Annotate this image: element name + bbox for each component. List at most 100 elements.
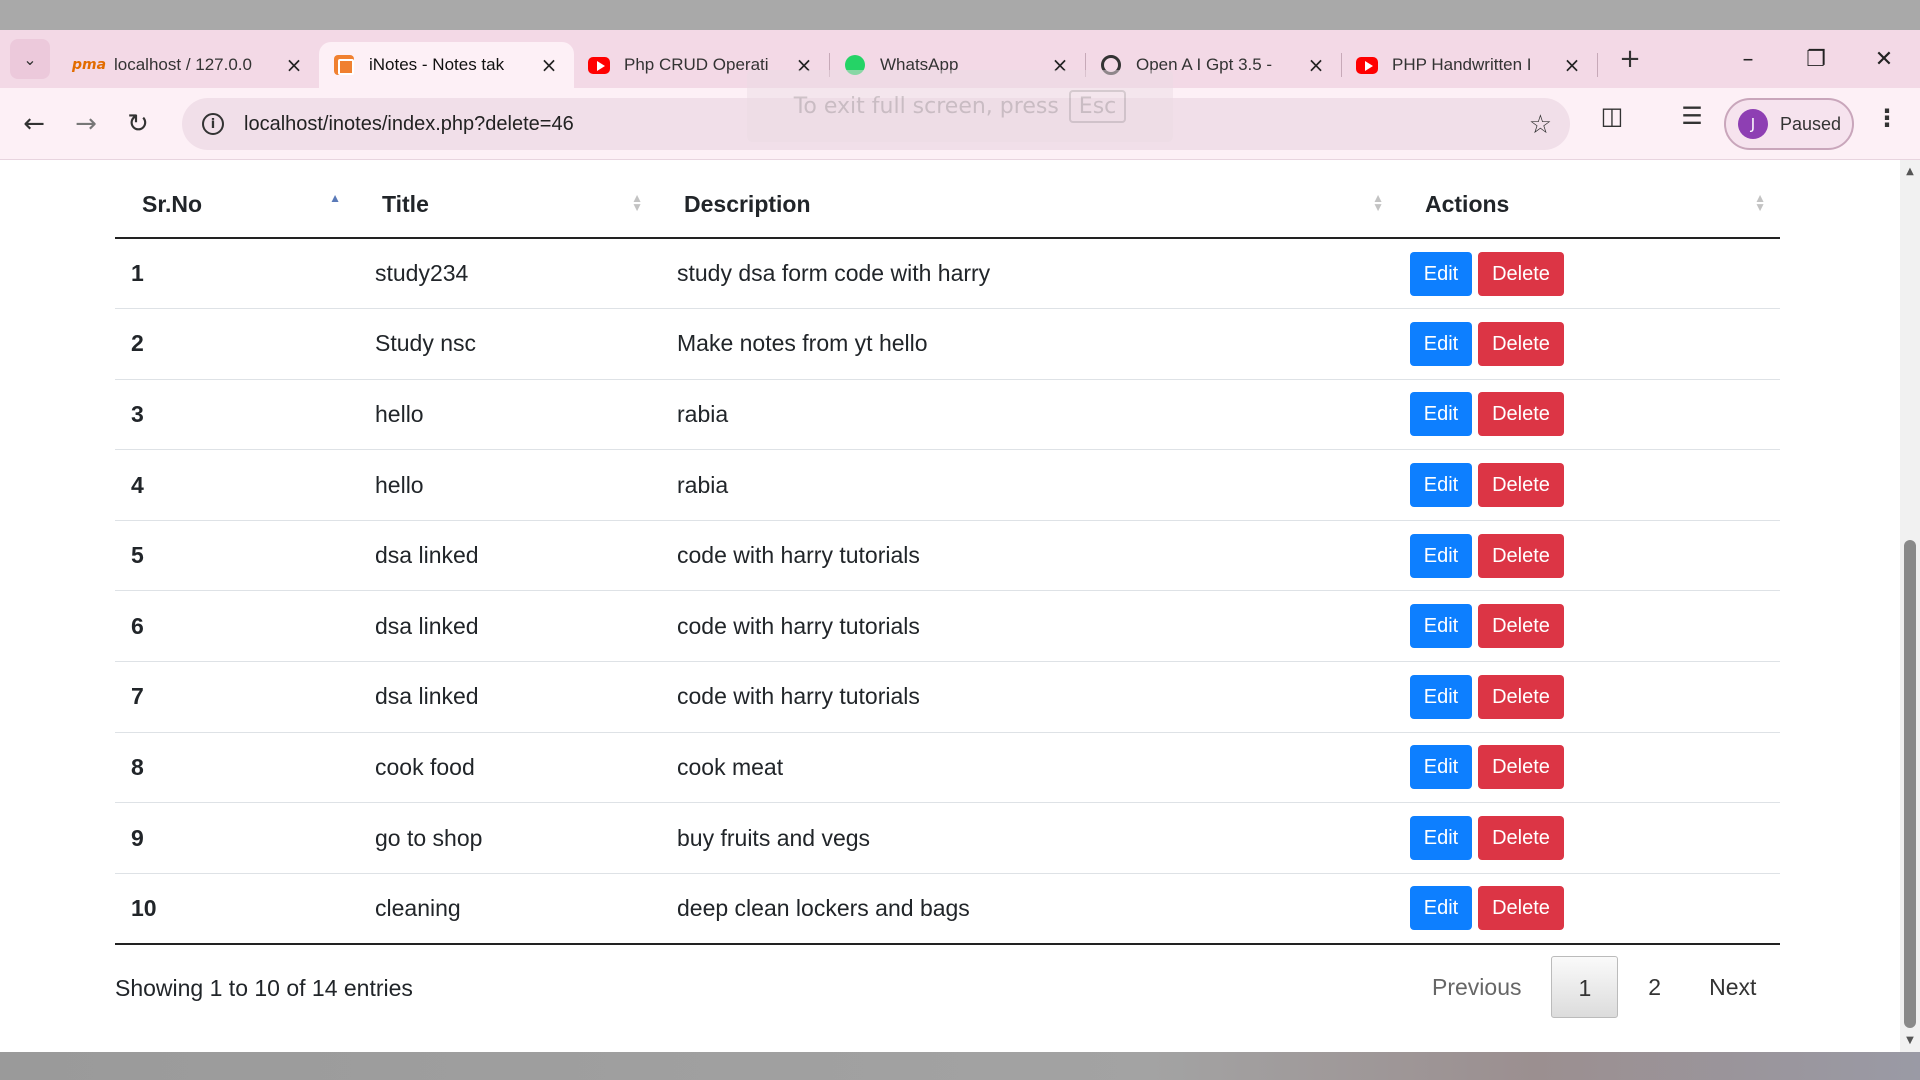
delete-button[interactable]: Delete — [1478, 604, 1564, 649]
new-tab-button[interactable]: + — [1612, 44, 1648, 74]
table-header-row: Sr.No ▲ Title ▲ ▼ Description ▲ ▼ Actions ▲ ▼ — [115, 172, 1780, 239]
edit-button[interactable]: Edit — [1410, 816, 1472, 861]
page-button-1[interactable]: 1 — [1551, 956, 1619, 1018]
cell-actions: Edit Delete — [1398, 802, 1780, 874]
edit-button[interactable]: Edit — [1410, 392, 1472, 437]
delete-button[interactable]: Delete — [1478, 392, 1564, 437]
extensions-icon[interactable]: ◫ — [1592, 102, 1632, 130]
forward-button[interactable]: → — [60, 98, 112, 150]
close-icon: ✕ — [1874, 46, 1894, 72]
edit-button[interactable]: Edit — [1410, 745, 1472, 790]
edit-button[interactable]: Edit — [1410, 463, 1472, 508]
scroll-down-icon[interactable]: ▼ — [1900, 1035, 1920, 1046]
cell-actions: Edit Delete — [1398, 661, 1780, 733]
delete-button[interactable]: Delete — [1478, 321, 1564, 366]
table-row: 1 study234 study dsa form code with harry E… — [115, 238, 1780, 310]
edit-button[interactable]: Edit — [1410, 604, 1472, 649]
header-label: Title — [382, 191, 429, 217]
chevron-down-icon: ⌄ — [23, 49, 37, 69]
sort-icon: ▲ ▼ — [1754, 191, 1766, 214]
previous-button[interactable]: Previous — [1408, 956, 1545, 1018]
tab-search-button[interactable]: ⌄ — [10, 39, 50, 79]
next-button[interactable]: Next — [1685, 956, 1780, 1018]
pagination: Previous 1 2 Next — [1408, 956, 1780, 1018]
cell-srno: 5 — [115, 520, 355, 592]
phpmyadmin-icon: pma — [71, 57, 107, 73]
arrow-right-icon: → — [75, 108, 97, 139]
edit-button[interactable]: Edit — [1410, 533, 1472, 578]
cell-description: rabia — [657, 449, 1398, 521]
delete-button[interactable]: Delete — [1478, 533, 1564, 578]
delete-button[interactable]: Delete — [1478, 463, 1564, 508]
table-row: 8 cook food cook meat Edit Delete — [115, 732, 1780, 804]
cell-srno: 10 — [115, 873, 355, 945]
inotes-icon — [333, 54, 355, 76]
tab-label: iNotes - Notes tak — [369, 55, 505, 74]
url-text[interactable]: localhost/inotes/index.php?delete=46 — [244, 113, 574, 136]
delete-button[interactable]: Delete — [1478, 886, 1564, 931]
cell-actions: Edit Delete — [1398, 379, 1780, 451]
cell-title: dsa linked — [355, 520, 657, 592]
profile-button[interactable]: J Paused — [1724, 98, 1854, 150]
restore-button[interactable]: ❐ — [1782, 30, 1850, 88]
column-header-actions[interactable]: Actions ▲ ▼ — [1398, 172, 1780, 239]
close-icon[interactable]: × — [538, 53, 560, 77]
close-icon[interactable]: × — [1561, 53, 1583, 77]
cell-title: dsa linked — [355, 661, 657, 733]
fullscreen-toast: To exit full screen, press Esc — [747, 70, 1173, 142]
plus-icon: + — [1619, 44, 1641, 74]
cell-actions: Edit Delete — [1398, 590, 1780, 663]
tab-phpmyadmin[interactable]: pma localhost / 127.0.0 × — [64, 42, 319, 88]
cell-description: cook meat — [657, 732, 1398, 804]
tab-inotes[interactable]: iNotes - Notes tak × — [319, 42, 574, 88]
delete-button[interactable]: Delete — [1478, 816, 1564, 861]
edit-button[interactable]: Edit — [1410, 886, 1472, 931]
cell-actions: Edit Delete — [1398, 449, 1780, 521]
delete-button[interactable]: Delete — [1478, 674, 1564, 719]
tab-php-handwritten[interactable]: PHP Handwritten I × — [1342, 42, 1597, 88]
cell-actions: Edit Delete — [1398, 238, 1780, 310]
close-window-button[interactable]: ✕ — [1850, 30, 1918, 88]
cell-title: dsa linked — [355, 590, 657, 663]
edit-button[interactable]: Edit — [1410, 674, 1472, 719]
tab-separator — [1597, 53, 1598, 77]
column-header-title[interactable]: Title ▲ ▼ — [355, 172, 657, 239]
cell-title: cleaning — [355, 873, 657, 945]
close-icon[interactable]: × — [283, 53, 305, 77]
column-header-description[interactable]: Description ▲ ▼ — [657, 172, 1398, 239]
column-header-srno[interactable]: Sr.No ▲ — [115, 172, 355, 239]
edit-button[interactable]: Edit — [1410, 251, 1472, 296]
site-info-icon[interactable]: i — [202, 113, 224, 135]
page-scrollbar[interactable]: ▲ ▼ — [1900, 160, 1920, 1052]
header-label: Description — [684, 191, 811, 217]
scroll-up-icon[interactable]: ▲ — [1900, 166, 1920, 177]
cell-description: code with harry tutorials — [657, 520, 1398, 592]
cell-title: go to shop — [355, 802, 657, 874]
restore-icon: ❐ — [1806, 46, 1826, 72]
back-button[interactable]: ← — [8, 98, 60, 150]
edit-button[interactable]: Edit — [1410, 321, 1472, 366]
cell-title: hello — [355, 379, 657, 451]
cell-actions: Edit Delete — [1398, 520, 1780, 592]
minimize-button[interactable]: – — [1714, 30, 1782, 88]
header-label: Sr.No — [142, 191, 203, 217]
delete-button[interactable]: Delete — [1478, 745, 1564, 790]
cell-title: cook food — [355, 732, 657, 804]
scrollbar-thumb[interactable] — [1904, 540, 1916, 1028]
delete-button[interactable]: Delete — [1478, 251, 1564, 296]
cell-actions: Edit Delete — [1398, 732, 1780, 804]
cell-description: buy fruits and vegs — [657, 802, 1398, 874]
cell-description: study dsa form code with harry — [657, 238, 1398, 310]
more-menu-icon[interactable]: ⋮ — [1872, 104, 1902, 132]
toast-text: To exit full screen, press — [793, 93, 1059, 119]
page-button-2[interactable]: 2 — [1624, 956, 1685, 1018]
bookmark-star-icon[interactable]: ☆ — [1529, 110, 1552, 140]
table-row: 6 dsa linked code with harry tutorials Edit… — [115, 590, 1780, 663]
cell-actions: Edit Delete — [1398, 873, 1780, 945]
media-controls-icon[interactable]: ☰ — [1672, 102, 1712, 130]
table-row: 10 cleaning deep clean lockers and bags Edi… — [115, 873, 1780, 945]
cell-srno: 1 — [115, 238, 355, 310]
cell-description: code with harry tutorials — [657, 590, 1398, 663]
reload-button[interactable]: ↻ — [112, 98, 164, 150]
close-icon[interactable]: × — [1305, 53, 1327, 77]
